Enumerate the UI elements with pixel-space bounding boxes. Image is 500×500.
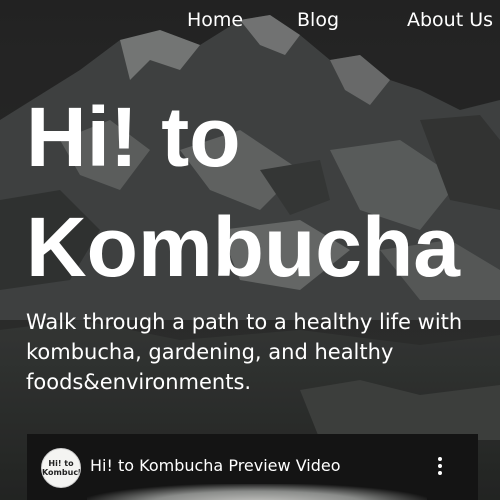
page-title: Hi! to Kombucha [26, 90, 461, 294]
video-thumbnail [87, 484, 427, 500]
page-subtitle: Walk through a path to a healthy life wi… [26, 310, 463, 394]
nav-link-blog[interactable]: Blog [297, 8, 339, 32]
video-title[interactable]: Hi! to Kombucha Preview Video [90, 456, 341, 476]
embedded-video-player[interactable]: Hi! to Kombucha Hi! to Kombucha Preview … [27, 434, 478, 500]
channel-avatar-text: Hi! to Kombucha [42, 459, 80, 477]
nav-link-about-us[interactable]: About Us [407, 8, 493, 32]
more-vert-icon[interactable] [435, 457, 445, 477]
nav-link-home[interactable]: Home [187, 8, 243, 32]
channel-avatar[interactable]: Hi! to Kombucha [41, 448, 81, 488]
top-navigation: Home Blog About Us [0, 8, 500, 34]
